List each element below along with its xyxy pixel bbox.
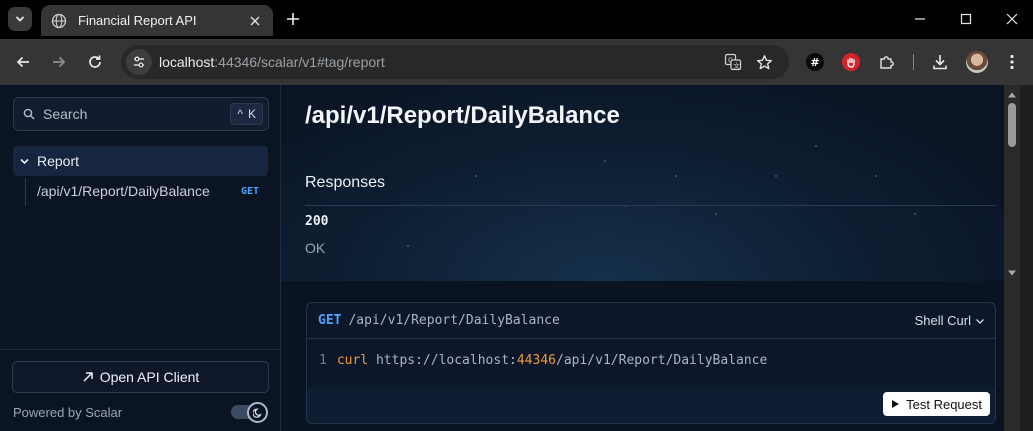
responses-heading: Responses [305, 174, 386, 191]
play-icon [892, 400, 900, 408]
url-text: localhost:44346/scalar/v1#tag/report [159, 54, 385, 70]
sidebar: Search ^ K Report /api/v1/Report/DailyBa… [0, 85, 281, 431]
maximize-icon [960, 13, 972, 25]
address-bar[interactable]: localhost:44346/scalar/v1#tag/report G文 [121, 45, 789, 79]
language-select[interactable]: Shell Curl [915, 313, 985, 328]
code-url-suffix: /api/v1/Report/DailyBalance [556, 353, 768, 368]
vertical-scrollbar[interactable] [1004, 85, 1020, 431]
reload-icon [89, 55, 101, 68]
browser-tab[interactable]: Financial Report API [41, 5, 273, 36]
browser-toolbar: localhost:44346/scalar/v1#tag/report G文 … [0, 39, 1033, 85]
maximize-button[interactable] [943, 0, 989, 38]
background-dot [407, 245, 409, 247]
close-icon [1006, 13, 1018, 25]
site-info-icon[interactable] [126, 49, 152, 75]
new-tab-button[interactable] [283, 9, 303, 29]
request-method: GET [318, 313, 342, 328]
request-example-card: GET /api/v1/Report/DailyBalance Shell Cu… [306, 302, 996, 424]
response-description: OK [305, 240, 326, 256]
reload-button[interactable] [83, 50, 107, 74]
background-dot [715, 213, 717, 215]
minimize-button[interactable] [897, 0, 943, 38]
chevron-down-icon [976, 318, 984, 324]
background-dot [604, 160, 606, 162]
moon-icon [247, 402, 268, 423]
test-request-label: Test Request [906, 396, 982, 412]
tab-search-button[interactable] [8, 7, 32, 31]
page-title: /api/v1/Report/DailyBalance [305, 102, 620, 129]
background-dot [875, 175, 877, 177]
extensions-puzzle-icon[interactable] [876, 51, 898, 73]
arrow-up-right-icon [83, 372, 93, 382]
code-url-prefix: https://localhost: [375, 353, 517, 368]
language-label: Shell Curl [914, 313, 971, 328]
profile-avatar[interactable] [966, 51, 988, 73]
background-dot [675, 175, 677, 177]
tab-title: Financial Report API [78, 13, 197, 28]
shortcut-ctrl-key: ^ [237, 107, 243, 121]
method-badge: GET [240, 185, 259, 197]
chevron-down-icon [19, 155, 31, 167]
hand-extension-button[interactable] [840, 51, 862, 73]
tab-strip: Financial Report API [0, 0, 1033, 39]
globe-icon [51, 13, 67, 29]
window-close-button[interactable] [989, 0, 1033, 38]
star-icon[interactable] [753, 51, 775, 73]
url-host: localhost [159, 54, 215, 70]
background-dot [815, 145, 817, 147]
open-api-client-label: Open API Client [99, 369, 200, 385]
hand-stop-icon [842, 53, 860, 71]
forward-button[interactable] [47, 50, 71, 74]
plus-icon [287, 13, 299, 25]
translate-icon[interactable]: G文 [722, 51, 744, 73]
request-example-header: GET /api/v1/Report/DailyBalance Shell Cu… [307, 303, 995, 339]
background-dot [914, 213, 916, 215]
minimize-icon [915, 18, 925, 20]
hash-extension-button[interactable]: # [804, 51, 826, 73]
main-content: /api/v1/Report/DailyBalance Responses 20… [281, 85, 1004, 431]
search-icon [23, 107, 37, 121]
scroll-up-arrow-icon[interactable] [1008, 91, 1016, 99]
test-request-button[interactable]: Test Request [883, 392, 990, 416]
request-path: /api/v1/Report/DailyBalance [348, 313, 560, 328]
sidebar-divider [0, 349, 280, 350]
open-api-client-button[interactable]: Open API Client [12, 361, 269, 393]
code-snippet: 1 curl https://localhost:44346/api/v1/Rep… [319, 353, 767, 368]
kebab-menu-icon[interactable] [1001, 51, 1023, 73]
operation-path: /api/v1/Report/DailyBalance [37, 183, 210, 199]
scrollbar-thumb[interactable] [1008, 103, 1016, 147]
toolbar-separator [913, 54, 914, 70]
download-icon[interactable] [929, 51, 951, 73]
code-command: curl [336, 353, 369, 368]
close-icon[interactable] [245, 11, 265, 31]
background-dot [475, 175, 477, 177]
sidebar-item-label: Report [37, 153, 80, 169]
arrow-right-icon [53, 56, 66, 68]
back-button[interactable] [11, 50, 35, 74]
arrow-left-icon [16, 56, 29, 68]
background-dot [775, 175, 777, 177]
search-shortcut-badge: ^ K [230, 103, 263, 125]
url-path: :44346/scalar/v1#tag/report [214, 54, 385, 70]
code-url-port: 44346 [516, 353, 556, 368]
endpoint-hero: /api/v1/Report/DailyBalance Responses 20… [281, 85, 1004, 281]
request-example-footer: Test Request [307, 387, 995, 423]
powered-by-link[interactable]: Powered by Scalar [13, 405, 122, 420]
dark-mode-toggle[interactable] [231, 402, 269, 423]
window-edge [1020, 85, 1033, 431]
search-input[interactable]: Search ^ K [13, 97, 269, 131]
hash-extension-icon: # [806, 53, 824, 71]
responses-divider [305, 205, 996, 206]
line-number: 1 [319, 353, 327, 368]
sidebar-item-report[interactable]: Report [13, 146, 268, 176]
svg-text:文: 文 [733, 61, 740, 70]
chevron-down-icon [16, 16, 24, 22]
shortcut-k-key: K [247, 107, 256, 121]
response-status-code: 200 [305, 214, 329, 229]
search-placeholder: Search [43, 106, 88, 122]
scroll-down-arrow-icon[interactable] [1008, 269, 1016, 277]
sidebar-item-daily-balance[interactable]: /api/v1/Report/DailyBalance GET [26, 177, 268, 205]
